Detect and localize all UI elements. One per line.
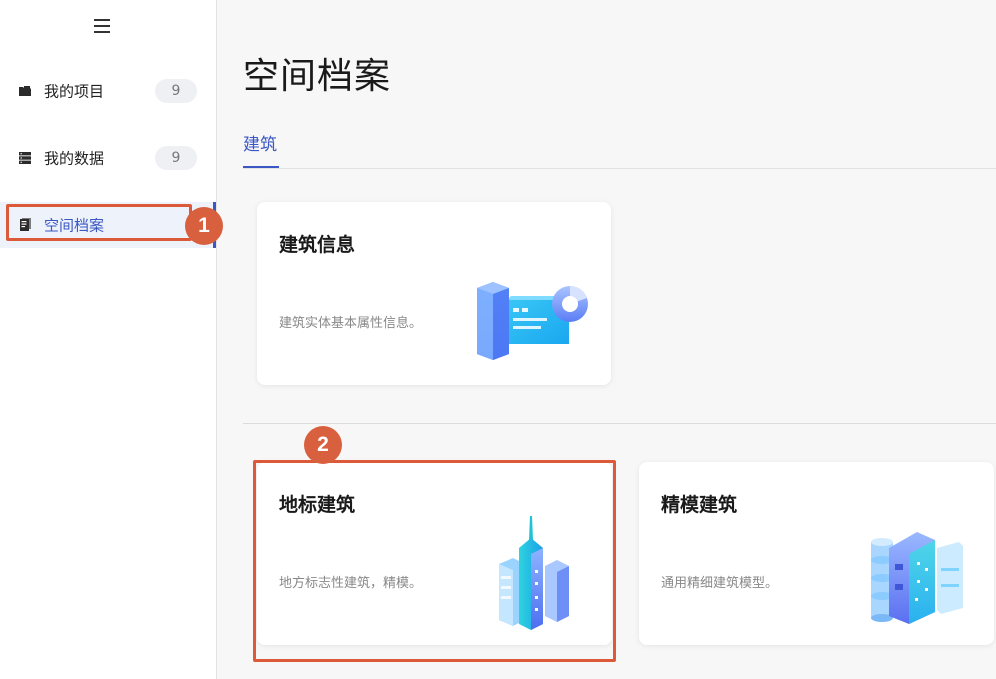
card-building-info[interactable]: 建筑信息 建筑实体基本属性信息。 — [257, 202, 611, 385]
folder-icon — [19, 86, 31, 96]
sidebar-item-my-data[interactable]: 我的数据 9 — [0, 135, 216, 181]
card-detailed-building[interactable]: 精模建筑 通用精细建筑模型。 — [639, 462, 994, 645]
annotation-badge-2: 2 — [304, 426, 342, 464]
card-description: 建筑实体基本属性信息。 — [279, 316, 423, 331]
building-dashboard-illustration — [477, 282, 588, 360]
card-description: 通用精细建筑模型。 — [661, 576, 779, 591]
card-title: 地标建筑 — [279, 494, 356, 516]
sidebar-item-label: 空间档案 — [44, 216, 105, 235]
tab-active-underline — [243, 166, 279, 168]
tab-building[interactable]: 建筑 — [243, 130, 277, 155]
count-badge: 9 — [155, 79, 197, 103]
count-badge: 9 — [155, 146, 197, 170]
tab-divider — [243, 168, 996, 169]
section-divider — [243, 423, 996, 424]
sidebar-item-label: 我的数据 — [44, 149, 105, 168]
annotation-badge-1: 1 — [185, 207, 223, 245]
sidebar: 我的项目 9 我的数据 9 空间档案 — [0, 0, 217, 679]
card-description: 地方标志性建筑，精模。 — [279, 576, 423, 591]
page-title: 空间档案 — [243, 56, 392, 97]
database-icon — [19, 152, 31, 164]
card-title: 精模建筑 — [661, 494, 738, 516]
menu-icon[interactable] — [94, 18, 112, 34]
detailed-building-illustration — [871, 532, 963, 624]
sidebar-item-spatial-archive[interactable]: 空间档案 — [0, 202, 216, 248]
sidebar-item-label: 我的项目 — [44, 82, 105, 101]
card-landmark-building[interactable]: 地标建筑 地方标志性建筑，精模。 — [257, 462, 612, 645]
archive-icon — [20, 218, 31, 231]
skyscraper-illustration — [499, 516, 569, 630]
card-title: 建筑信息 — [279, 234, 356, 256]
sidebar-item-my-projects[interactable]: 我的项目 9 — [0, 68, 216, 114]
